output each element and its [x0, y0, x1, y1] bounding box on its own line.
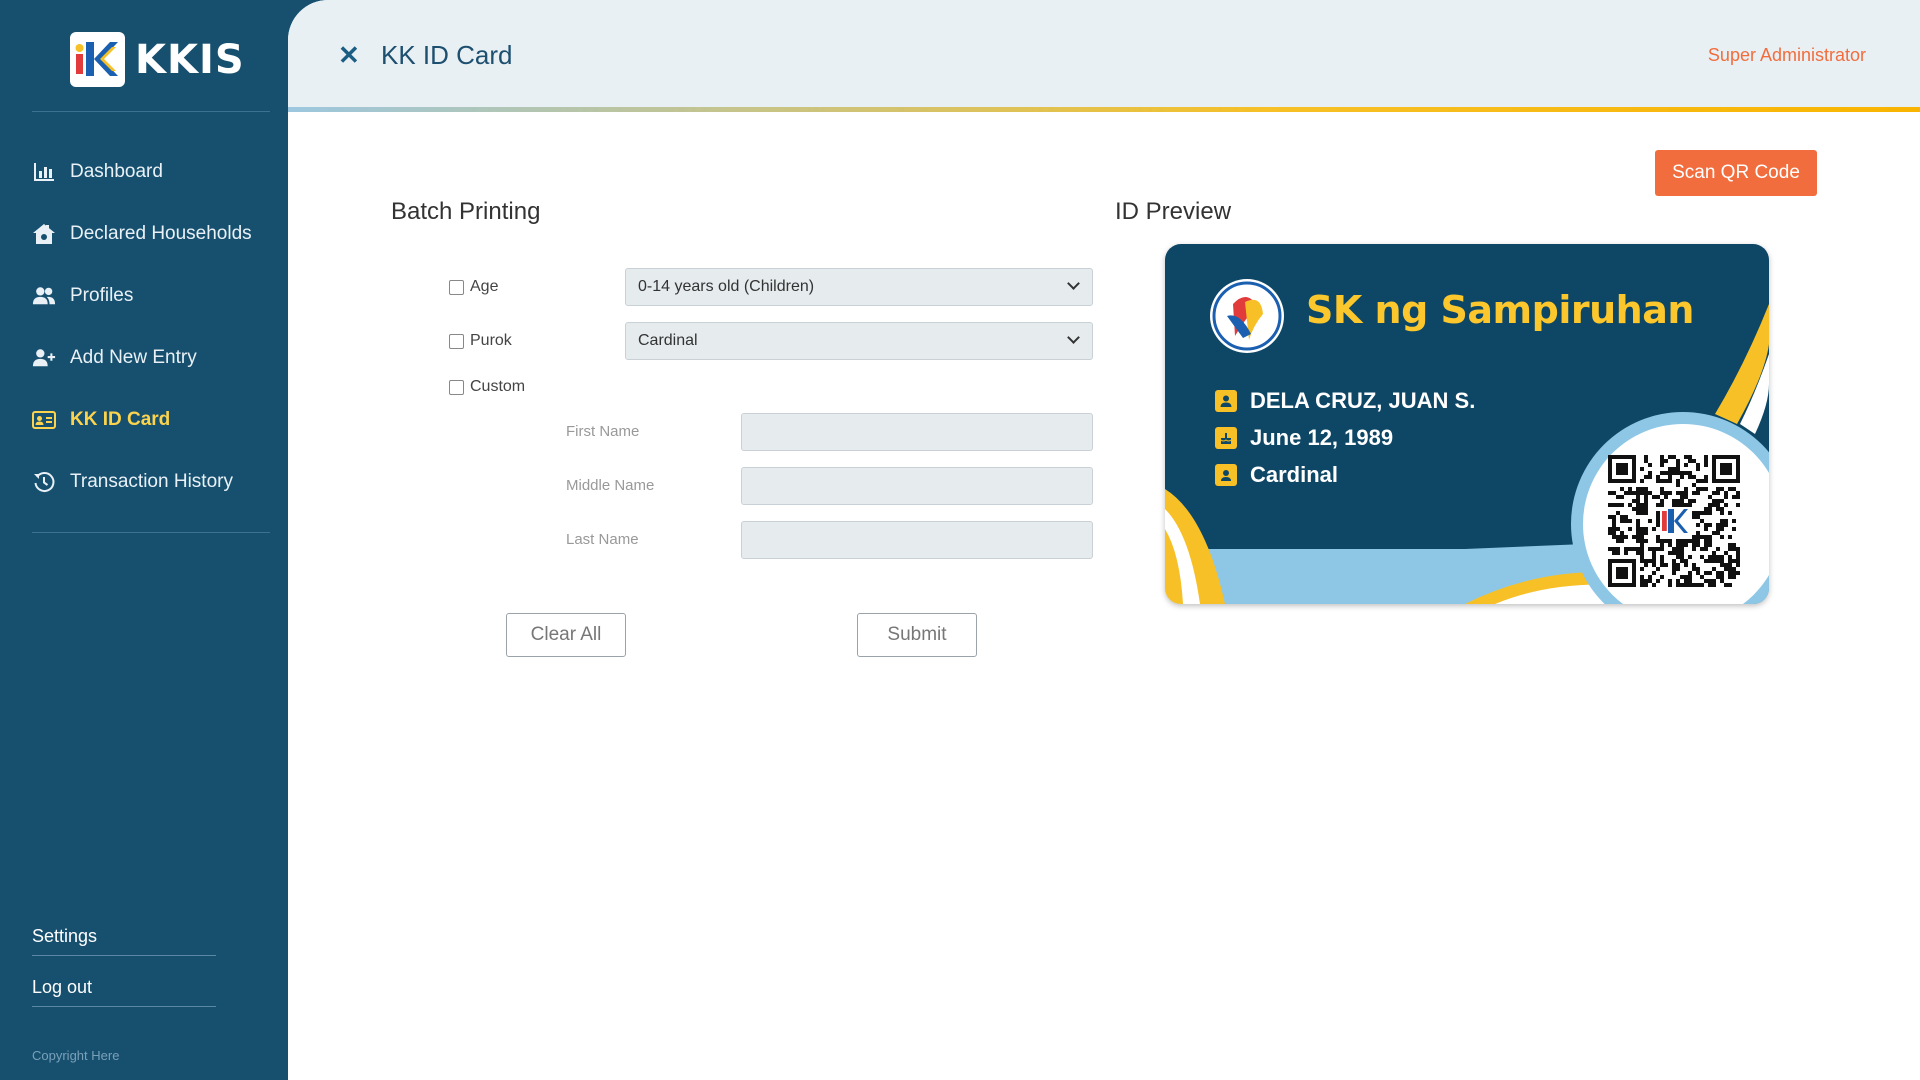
custom-label: Custom	[470, 378, 526, 395]
chevron-down-icon	[1067, 277, 1080, 290]
card-purok-line: Cardinal	[1215, 462, 1338, 488]
sidebar-item-label: Add New Entry	[70, 347, 197, 368]
logo-mark-icon	[70, 32, 125, 87]
sidebar-item-label: Dashboard	[70, 161, 163, 182]
card-birthday: June 12, 1989	[1250, 425, 1394, 450]
card-name-line: DELA CRUZ, JUAN S.	[1215, 388, 1475, 414]
app-logo[interactable]: KKIS	[70, 32, 245, 87]
card-birthday-line: June 12, 1989	[1215, 425, 1393, 451]
sidebar-item-kk-id-card[interactable]: KK ID Card	[32, 389, 252, 451]
age-checkbox[interactable]	[449, 279, 464, 295]
age-select-value: 0-14 years old (Children)	[638, 278, 815, 295]
sidebar-item-transaction-history[interactable]: Transaction History	[32, 451, 252, 513]
user-plus-icon	[32, 346, 56, 370]
purok-label: Purok	[470, 332, 512, 349]
scan-qr-button[interactable]: Scan QR Code	[1655, 150, 1817, 196]
middle-name-input[interactable]	[741, 467, 1093, 505]
sidebar-item-declared-households[interactable]: Declared Households	[32, 203, 252, 265]
logout-link[interactable]: Log out	[32, 977, 216, 1007]
clear-all-button[interactable]: Clear All	[506, 613, 626, 657]
middle-name-label: Middle Name	[566, 477, 655, 494]
users-icon	[32, 284, 56, 308]
chevron-down-icon	[1067, 331, 1080, 344]
settings-link[interactable]: Settings	[32, 926, 216, 956]
custom-checkbox[interactable]	[449, 379, 464, 395]
sidebar-divider-top	[32, 111, 270, 112]
purok-select[interactable]: Cardinal	[625, 322, 1093, 360]
chart-icon	[32, 160, 56, 184]
age-label: Age	[470, 278, 499, 295]
sidebar-item-dashboard[interactable]: Dashboard	[32, 141, 252, 203]
id-card-icon	[32, 408, 56, 432]
id-preview-title: ID Preview	[1115, 198, 1232, 225]
close-icon[interactable]: ✕	[338, 40, 360, 71]
location-person-icon	[1215, 464, 1237, 486]
user-role[interactable]: Super Administrator	[1708, 45, 1866, 66]
first-name-label: First Name	[566, 423, 640, 440]
qr-code	[1608, 455, 1740, 587]
sidebar-divider-bottom	[32, 532, 270, 533]
sidebar: KKIS Dashboard Declared Households Profi…	[0, 0, 288, 1080]
submit-button[interactable]: Submit	[857, 613, 977, 657]
person-icon	[1215, 390, 1237, 412]
first-name-input[interactable]	[741, 413, 1093, 451]
batch-printing-title: Batch Printing	[391, 198, 541, 225]
page-title: KK ID Card	[381, 40, 513, 70]
house-icon	[32, 222, 56, 246]
age-checkbox-row[interactable]: Age	[449, 278, 498, 296]
cake-icon	[1215, 427, 1237, 449]
id-card-preview: SK ng Sampiruhan DELA CRUZ, JUAN S. June…	[1165, 244, 1769, 604]
sidebar-item-label: Transaction History	[70, 471, 233, 492]
purok-select-value: Cardinal	[638, 332, 698, 349]
sidebar-nav: Dashboard Declared Households Profiles A…	[32, 141, 252, 513]
purok-checkbox-row[interactable]: Purok	[449, 332, 512, 350]
purok-checkbox[interactable]	[449, 333, 464, 349]
custom-checkbox-row[interactable]: Custom	[449, 378, 525, 396]
header-accent-line	[288, 107, 1920, 112]
sidebar-item-label: Profiles	[70, 285, 134, 306]
age-select[interactable]: 0-14 years old (Children)	[625, 268, 1093, 306]
last-name-label: Last Name	[566, 531, 639, 548]
sidebar-item-label: KK ID Card	[70, 409, 171, 430]
sidebar-item-profiles[interactable]: Profiles	[32, 265, 252, 327]
last-name-input[interactable]	[741, 521, 1093, 559]
history-icon	[32, 470, 56, 494]
main-content: ✕ KK ID Card Super Administrator Scan QR…	[288, 0, 1920, 1080]
sidebar-item-label: Declared Households	[70, 223, 252, 244]
card-name: DELA CRUZ, JUAN S.	[1250, 388, 1476, 413]
page-header: ✕ KK ID Card Super Administrator	[288, 0, 1920, 112]
logo-text: KKIS	[135, 36, 245, 83]
copyright-text: Copyright Here	[32, 1048, 120, 1063]
sidebar-item-add-new-entry[interactable]: Add New Entry	[32, 327, 252, 389]
card-title: SK ng Sampiruhan	[1306, 288, 1694, 332]
card-purok: Cardinal	[1250, 462, 1339, 487]
